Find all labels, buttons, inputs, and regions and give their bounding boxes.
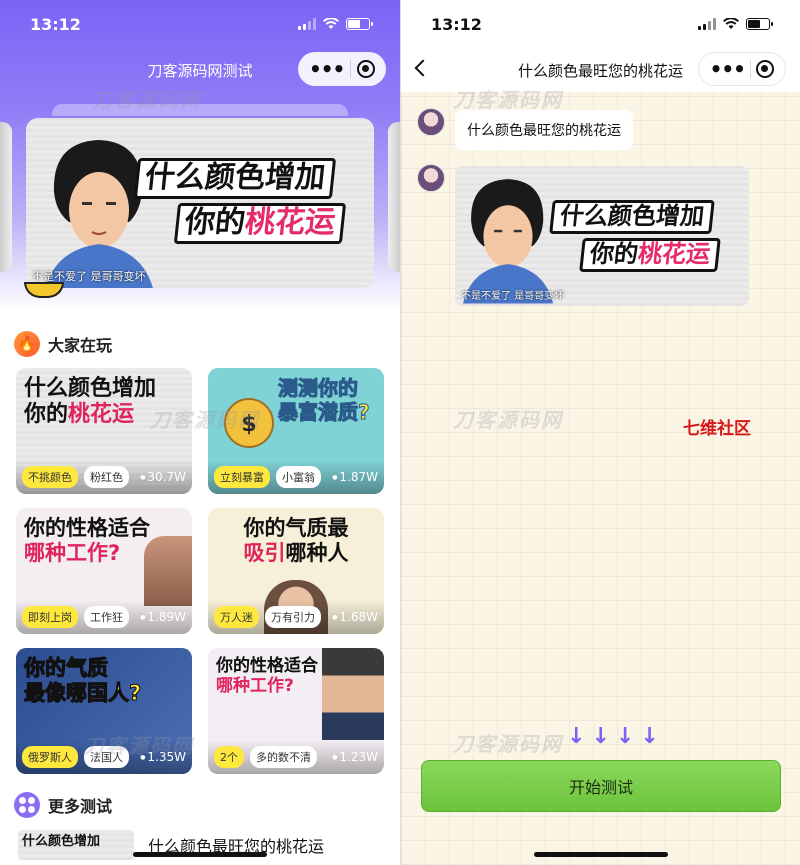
section-popular-header: 🔥 大家在玩 bbox=[14, 331, 112, 357]
chat-bubble: 什么颜色最旺您的桃花运 bbox=[455, 110, 633, 150]
signal-icon bbox=[298, 18, 316, 30]
section-popular-title: 大家在玩 bbox=[48, 336, 113, 355]
quiz-tag: 俄罗斯人 bbox=[22, 746, 78, 768]
down-arrows: ↓ ↓ ↓ ↓ bbox=[567, 726, 659, 748]
banner-carousel[interactable]: 什么颜色增加 你的桃花运 不是不爱了 是哥哥变坏 bbox=[0, 104, 400, 294]
arrow-down-icon: ↓ bbox=[640, 724, 659, 749]
quiz-tag: 粉红色 bbox=[84, 466, 129, 488]
home-indicator bbox=[533, 852, 668, 857]
section-more-title: 更多测试 bbox=[48, 797, 113, 816]
more-dots-icon[interactable]: ••• bbox=[710, 59, 746, 79]
status-time: 13:12 bbox=[431, 14, 482, 34]
quiz-tag: 万有引力 bbox=[265, 606, 321, 628]
quiz-tag: 即刻上岗 bbox=[22, 606, 78, 628]
quiz-tag: 万人迷 bbox=[214, 606, 259, 628]
nav-bar: 什么颜色最旺您的桃花运 ••• bbox=[401, 52, 800, 88]
more-test-thumbnail: 什么颜色增加 bbox=[18, 830, 134, 860]
man-photo bbox=[322, 648, 384, 740]
close-target-icon[interactable] bbox=[357, 60, 376, 78]
left-screen: 13:12 刀客源码网测试 ••• 什么颜色增加 你的桃花运 不是不爱了 是哥哥… bbox=[0, 0, 400, 865]
status-time: 13:12 bbox=[30, 14, 81, 34]
nav-bar: 刀客源码网测试 ••• bbox=[0, 52, 400, 88]
battery-icon bbox=[346, 18, 373, 30]
right-screen: 13:12 什么颜色最旺您的桃花运 ••• 刀客源码网 什么颜色最旺您的桃花运 bbox=[400, 0, 800, 865]
nav-title: 什么颜色最旺您的桃花运 bbox=[517, 61, 683, 80]
wifi-icon bbox=[723, 18, 739, 29]
banner-image[interactable]: 什么颜色增加 你的桃花运 不是不爱了 是哥哥变坏 bbox=[26, 118, 374, 288]
wifi-icon bbox=[323, 18, 339, 29]
quiz-card[interactable]: 你的性格适合哪种工作? 2个 多的数不清 1.23W bbox=[208, 648, 384, 774]
watermark: 刀客源码网 bbox=[92, 88, 202, 112]
status-bar: 13:12 bbox=[0, 0, 400, 48]
image-title-line2: 你的桃花运 bbox=[579, 237, 721, 272]
arrow-down-icon: ↓ bbox=[567, 724, 586, 749]
avatar bbox=[417, 108, 445, 136]
quiz-tag: 多的数不清 bbox=[250, 746, 317, 768]
image-caption: 不是不爱了 是哥哥变坏 bbox=[461, 291, 565, 302]
view-count: 1.23W bbox=[332, 750, 378, 764]
grid-dots-icon bbox=[14, 792, 40, 818]
quiz-tag: 2个 bbox=[214, 746, 244, 768]
home-indicator bbox=[133, 852, 267, 857]
watermark: 刀客源码网 bbox=[84, 734, 194, 758]
quiz-tag: 不挑颜色 bbox=[22, 466, 78, 488]
section-more-header: 更多测试 bbox=[14, 792, 112, 818]
arrow-down-icon: ↓ bbox=[615, 724, 635, 749]
start-test-button[interactable]: 开始测试 bbox=[421, 760, 781, 812]
avatar bbox=[417, 164, 445, 192]
watermark: 刀客源码网 bbox=[453, 732, 563, 756]
status-bar: 13:12 bbox=[401, 0, 800, 48]
close-target-icon[interactable] bbox=[756, 60, 775, 78]
image-title-line1: 什么颜色增加 bbox=[549, 200, 715, 234]
top-bar: 13:12 什么颜色最旺您的桃花运 ••• bbox=[401, 0, 800, 92]
banner-title-line1: 什么颜色增加 bbox=[133, 158, 337, 199]
watermark: 刀客源码网 bbox=[453, 408, 563, 432]
quiz-tag: 小富翁 bbox=[276, 466, 321, 488]
banner-title-line2: 你的桃花运 bbox=[173, 202, 347, 243]
quiz-card[interactable]: 你的气质最吸引哪种人 万人迷 万有引力 1.68W bbox=[208, 508, 384, 634]
community-label: 七维社区 bbox=[683, 419, 751, 439]
fire-icon: 🔥 bbox=[14, 331, 40, 357]
nav-title: 刀客源码网测试 bbox=[147, 61, 253, 80]
view-count: 1.87W bbox=[332, 470, 378, 484]
view-count: 30.7W bbox=[140, 470, 186, 484]
view-count: 1.68W bbox=[332, 610, 378, 624]
watermark: 刀客源码网 bbox=[150, 408, 260, 432]
quiz-card[interactable]: 你的性格适合哪种工作? 即刻上岗 工作狂 1.89W bbox=[16, 508, 192, 634]
more-dots-icon[interactable]: ••• bbox=[309, 59, 345, 79]
man-photo bbox=[144, 536, 192, 606]
chat-image: 什么颜色增加 你的桃花运 不是不爱了 是哥哥变坏 bbox=[455, 166, 749, 306]
quiz-tag: 工作狂 bbox=[84, 606, 129, 628]
battery-icon bbox=[746, 18, 773, 30]
quiz-tag: 立刻暴富 bbox=[214, 466, 270, 488]
watermark: 刀客源码网 bbox=[453, 88, 563, 112]
arrow-down-icon: ↓ bbox=[591, 724, 610, 749]
mini-program-capsule: ••• bbox=[698, 52, 786, 86]
mini-program-capsule: ••• bbox=[298, 52, 386, 86]
signal-icon bbox=[698, 18, 716, 30]
view-count: 1.89W bbox=[140, 610, 186, 624]
cartoon-man-illustration bbox=[463, 179, 553, 304]
